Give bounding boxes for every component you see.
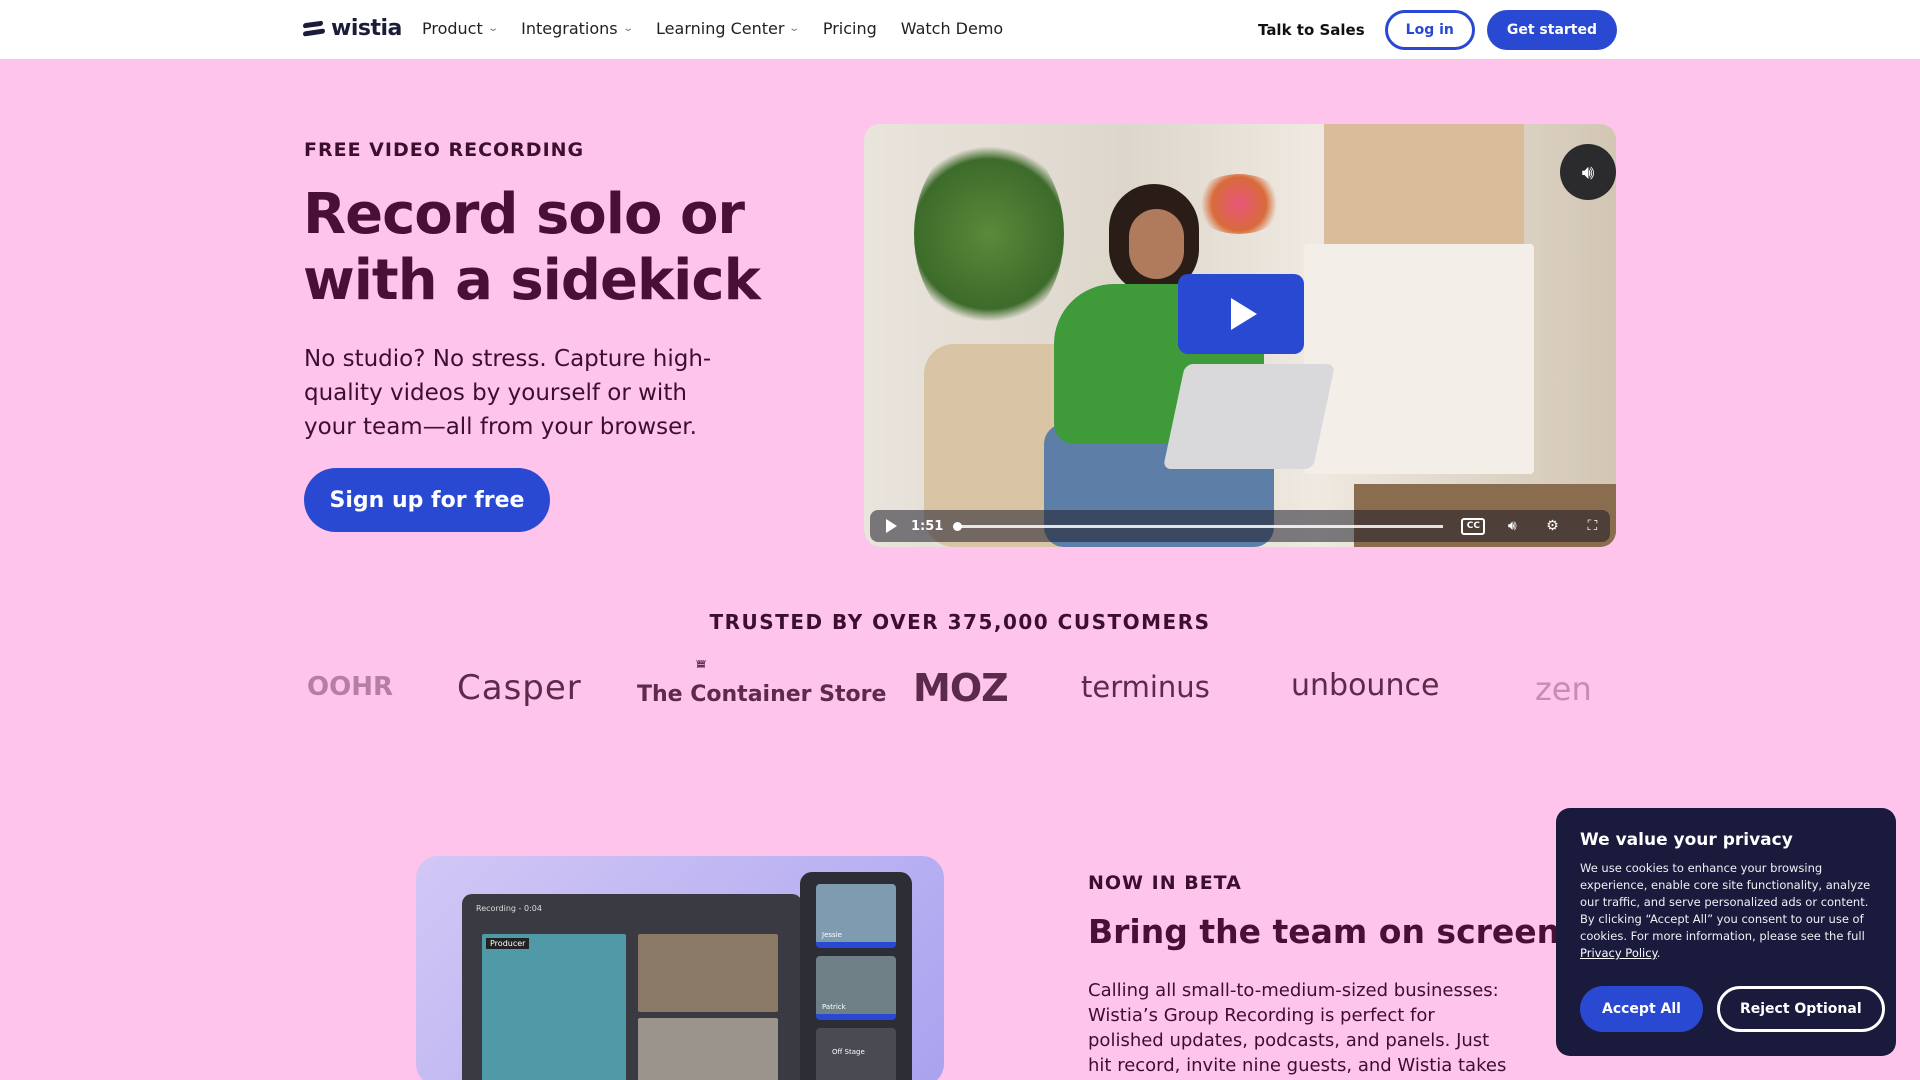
nav-actions: Talk to Sales Log in Get started [1258,10,1617,50]
chevron-down-icon: ⌄ [487,23,499,34]
off-stage-thumb: Off Stage [816,1028,896,1080]
volume-control-icon[interactable]: 🔊︎ [1499,516,1525,536]
wistia-logo[interactable]: wistia [303,16,402,41]
unmute-button[interactable]: 🔊︎ [1560,144,1616,200]
hero-subtitle: No studio? No stress. Capture high-quali… [304,346,712,440]
participant-name: Patrick [822,1003,846,1011]
captions-icon[interactable]: CC [1461,517,1486,535]
cookie-body-text: We use cookies to enhance your browsing … [1580,861,1871,943]
hero-title: Record solo or with a sidekick [303,182,761,313]
cookie-actions: Accept All Reject Optional [1580,986,1885,1032]
participant-video-tile [638,934,778,1012]
cookie-body: We use cookies to enhance your browsing … [1580,861,1871,960]
recording-window: Recording - 0:04 Producer [462,894,802,1080]
volume-icon: 🔊︎ [1581,160,1595,184]
video-duration: 1:51 [911,518,944,534]
nav-links: Product ⌄ Integrations ⌄ Learning Center ⌄ … [422,19,1003,38]
nav-label: Product [422,19,483,38]
recording-status: Recording - 0:04 [476,904,542,913]
control-play-icon[interactable] [886,519,897,533]
video-scene-laptop [1162,364,1336,469]
video-progress-handle[interactable] [953,521,963,531]
get-started-button[interactable]: Get started [1486,10,1617,50]
nav-item-pricing[interactable]: Pricing [823,19,877,38]
logo-text: wistia [331,16,402,41]
play-icon [1231,298,1257,330]
brand-logo-zen: zen [1535,670,1592,708]
nav-item-learning-center[interactable]: Learning Center ⌄ [656,19,801,38]
brand-logo-casper: Casper [457,668,582,708]
brand-logo-oohr: OOHR [307,672,393,702]
video-scene-drawers [1324,124,1524,244]
login-button[interactable]: Log in [1384,10,1475,50]
nav-label: Learning Center [656,19,785,38]
cookie-title: We value your privacy [1580,830,1793,850]
privacy-policy-link[interactable]: Privacy Policy [1580,946,1657,960]
video-scene-cabinet [1304,244,1534,474]
off-stage-label: Off Stage [832,1048,865,1056]
cookie-consent-banner: We value your privacy We use cookies to … [1556,808,1896,1056]
video-player[interactable]: 🔊︎ 1:51 CC 🔊︎ ⚙ ⛶ [864,124,1616,547]
participant-thumb: Patrick [816,956,896,1020]
feature-title: Bring the team on screen [1088,912,1561,951]
settings-gear-icon[interactable]: ⚙ [1539,516,1565,536]
feature-body: Calling all small-to-medium-sized busine… [1088,980,1507,1076]
video-control-bar: 1:51 CC 🔊︎ ⚙ ⛶ [870,510,1610,542]
hero-eyebrow: FREE VIDEO RECORDING [304,139,585,161]
accept-all-button[interactable]: Accept All [1580,986,1703,1032]
fullscreen-icon[interactable]: ⛶ [1579,516,1605,536]
group-recording-illustration: Recording - 0:04 Producer Jessie Patrick… [416,856,944,1080]
brand-logo-moz: MOZ [913,666,1009,710]
participant-sidebar: Jessie Patrick Off Stage [800,872,912,1080]
nav-label: Watch Demo [900,19,1004,38]
nav-item-product[interactable]: Product ⌄ [422,19,499,38]
reject-optional-button[interactable]: Reject Optional [1716,986,1885,1032]
participant-name: Jessie [822,931,842,939]
participant-video-tile [638,1018,778,1080]
customer-logo-strip: OOHR Casper The Container Store ♛ MOZ te… [303,660,1616,720]
video-progress-bar[interactable] [953,521,1444,531]
nav-label: Integrations [521,19,618,38]
producer-video-tile: Producer [482,934,626,1080]
nav-label: Pricing [822,19,877,38]
brand-logo-unbounce: unbounce [1291,668,1440,703]
talk-to-sales-link[interactable]: Talk to Sales [1258,21,1365,39]
participant-thumb: Jessie [816,884,896,948]
top-navigation: wistia Product ⌄ Integrations ⌄ Learning C… [0,0,1920,60]
feature-eyebrow: NOW IN BETA [1088,872,1242,894]
video-play-button[interactable] [1178,274,1304,354]
sign-up-button[interactable]: Sign up for free [304,468,550,532]
wistia-logo-mark [303,20,325,37]
nav-item-watch-demo[interactable]: Watch Demo [901,19,1003,38]
brand-logo-terminus: terminus [1081,670,1210,704]
trusted-heading: TRUSTED BY OVER 375,000 CUSTOMERS [709,610,1211,634]
nav-item-integrations[interactable]: Integrations ⌄ [521,19,634,38]
producer-label: Producer [486,938,530,949]
crown-icon: ♛ [693,660,710,673]
chevron-down-icon: ⌄ [788,23,801,34]
brand-logo-container-store: The Container Store [637,682,887,707]
chevron-down-icon: ⌄ [621,23,634,34]
